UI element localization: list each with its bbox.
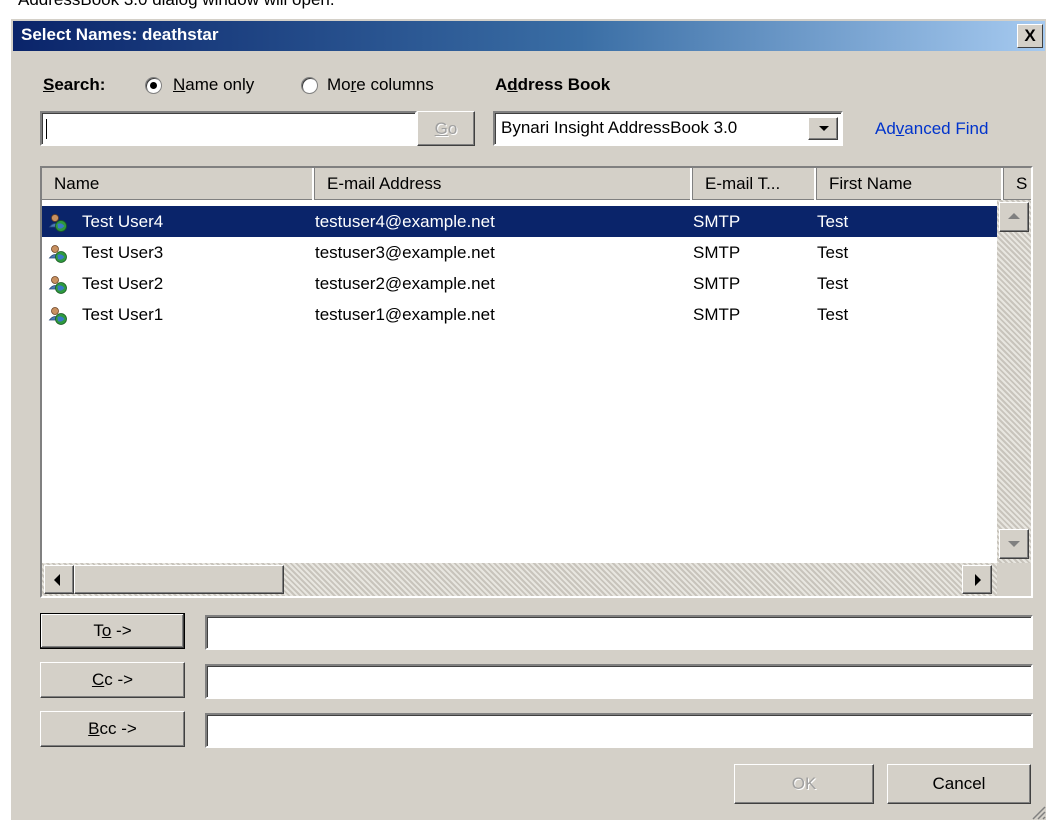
scroll-up-button[interactable] — [999, 202, 1029, 232]
vertical-scrollbar[interactable] — [997, 200, 1031, 563]
column-header-email[interactable]: E-mail Address — [315, 168, 693, 200]
column-header-row: Name E-mail Address E-mail T... First Na… — [42, 168, 1031, 200]
horizontal-scrollbar[interactable] — [42, 563, 997, 596]
radio-more-columns-label[interactable]: More columns — [327, 75, 434, 95]
close-button[interactable]: X — [1017, 24, 1043, 48]
row-email-cell: testuser1@example.net — [315, 305, 495, 324]
row-name-cell: Test User3 — [82, 243, 164, 262]
dropdown-button[interactable] — [808, 117, 838, 140]
row-email-type-cell: SMTP — [693, 305, 741, 324]
search-label-rest: earch: — [54, 75, 106, 94]
row-name-cell: Test User1 — [82, 305, 164, 324]
scroll-right-button[interactable] — [962, 565, 992, 594]
radio-more-columns[interactable] — [301, 77, 318, 94]
chevron-down-icon — [819, 126, 829, 131]
page-caption: AddressBook 3.0 dialog window will open. — [18, 0, 335, 10]
search-input[interactable] — [40, 111, 417, 146]
row-first-name-cell: Test — [817, 305, 849, 324]
row-email-cell: testuser2@example.net — [315, 274, 495, 293]
column-header-surname[interactable]: S — [1004, 168, 1031, 200]
arrow-right-icon — [975, 574, 981, 586]
contact-icon — [48, 305, 68, 325]
scroll-down-button[interactable] — [999, 529, 1029, 559]
ok-button[interactable]: OK — [734, 764, 874, 804]
select-names-dialog: Select Names: deathstar X Search: Name o… — [10, 18, 1046, 820]
to-button[interactable]: To -> — [40, 613, 185, 649]
bcc-button[interactable]: Bcc -> — [40, 711, 185, 747]
cc-field[interactable] — [205, 664, 1033, 699]
table-row[interactable]: Test User3 testuser3@example.net SMTP Test — [42, 237, 997, 268]
address-list: Name E-mail Address E-mail T... First Na… — [40, 166, 1033, 598]
address-book-selected: Bynari Insight AddressBook 3.0 — [501, 118, 738, 137]
radio-name-only[interactable] — [145, 77, 162, 94]
row-name-cell: Test User2 — [82, 274, 164, 293]
row-first-name-cell: Test — [817, 274, 849, 293]
scrollbar-corner — [997, 563, 1031, 596]
address-book-label: Address Book — [495, 75, 611, 94]
bcc-field[interactable] — [205, 713, 1033, 748]
cc-button[interactable]: Cc -> — [40, 662, 185, 698]
resize-grip-icon[interactable] — [1030, 804, 1046, 820]
window-title: Select Names: deathstar — [21, 25, 219, 44]
column-header-email-type[interactable]: E-mail T... — [693, 168, 817, 200]
scroll-thumb[interactable] — [74, 565, 284, 594]
go-button[interactable]: Go — [417, 111, 475, 146]
search-label: Search: — [43, 75, 106, 94]
table-row[interactable]: Test User4 testuser4@example.net SMTP Test — [42, 206, 997, 237]
table-row[interactable]: Test User2 testuser2@example.net SMTP Test — [42, 268, 997, 299]
radio-dot-icon — [150, 82, 157, 89]
to-field[interactable] — [205, 615, 1033, 650]
arrow-up-icon — [1008, 213, 1020, 219]
row-first-name-cell: Test — [817, 243, 849, 262]
row-email-type-cell: SMTP — [693, 243, 741, 262]
row-email-cell: testuser4@example.net — [315, 212, 495, 231]
cancel-button[interactable]: Cancel — [887, 764, 1031, 804]
contact-icon — [48, 243, 68, 263]
address-book-dropdown[interactable]: Bynari Insight AddressBook 3.0 — [493, 111, 843, 146]
close-icon: X — [1024, 26, 1036, 45]
text-caret — [46, 119, 47, 139]
advanced-find-link[interactable]: Advanced Find — [875, 119, 988, 139]
row-email-cell: testuser3@example.net — [315, 243, 495, 262]
arrow-left-icon — [54, 574, 60, 586]
row-email-type-cell: SMTP — [693, 274, 741, 293]
title-bar[interactable]: Select Names: deathstar X — [13, 21, 1045, 51]
contact-icon — [48, 274, 68, 294]
column-header-first-name[interactable]: First Name — [817, 168, 1004, 200]
radio-name-only-label[interactable]: Name only — [173, 75, 254, 95]
table-row[interactable]: Test User1 testuser1@example.net SMTP Test — [42, 299, 997, 330]
arrow-down-icon — [1008, 541, 1020, 547]
contact-icon — [48, 212, 68, 232]
column-header-name[interactable]: Name — [42, 168, 315, 200]
row-name-cell: Test User4 — [82, 212, 164, 231]
row-first-name-cell: Test — [817, 212, 849, 231]
row-email-type-cell: SMTP — [693, 212, 741, 231]
scroll-left-button[interactable] — [44, 565, 74, 594]
